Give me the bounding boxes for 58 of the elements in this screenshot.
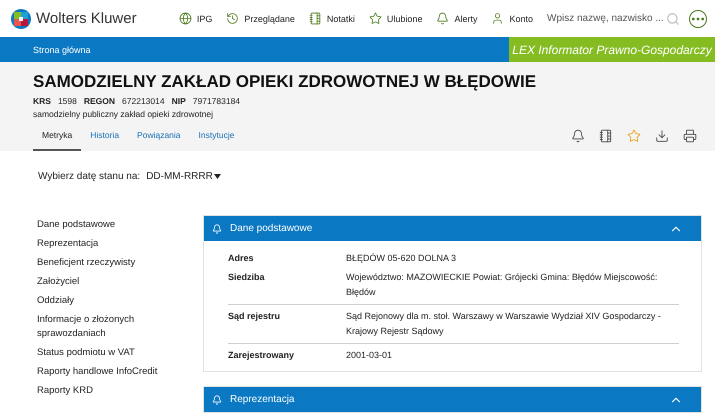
breadcrumb-link[interactable]: Strona główna	[0, 44, 509, 54]
sidebar-item[interactable]: Beneficjent rzeczywisty	[37, 256, 177, 270]
nav-link[interactable]: Notatki	[308, 12, 355, 25]
sidebar-item[interactable]: Status podmiotu w VAT	[37, 346, 177, 360]
logo-icon	[10, 8, 32, 30]
nav-link[interactable]: Przeglądane	[226, 12, 295, 25]
nav-link[interactable]: IPG	[178, 12, 212, 25]
date-label: Wybierz datę stanu na:	[38, 170, 140, 182]
bell-icon	[212, 394, 222, 404]
sidebar-item[interactable]: Oddziały	[37, 294, 177, 308]
field-label: Sąd rejestru	[228, 310, 282, 323]
bell-icon	[436, 12, 450, 25]
sidebar-item[interactable]: Założyciel	[37, 275, 177, 289]
entity-title: SAMODZIELNY ZAKŁAD OPIEKI ZDROWOTNEJ W BŁĘDOWIE	[33, 72, 538, 92]
sidebar-item[interactable]: Reprezentacja	[37, 237, 177, 251]
tab[interactable]: Powiązania	[128, 125, 190, 151]
alert-button[interactable]	[571, 129, 585, 143]
more-icon[interactable]	[689, 10, 707, 28]
sidebar-item[interactable]: Informacje o złożonych sprawozdaniach	[37, 313, 177, 341]
field-label: Zarejestrowany	[228, 349, 296, 362]
field-value: Sąd Rejonowy dla m. stoł. Warszawy w Warszawie Wydział XIV Gospodarczy - Krajowy Rejestr Sądowy	[346, 310, 662, 338]
sidebar-item[interactable]: Raporty handlowe InfoCredit	[37, 365, 177, 379]
tab[interactable]: Instytucje	[190, 125, 244, 151]
caret-icon	[214, 174, 221, 178]
history-icon	[226, 12, 240, 25]
nav-link[interactable]: Ulubione	[368, 12, 422, 25]
id-label: KRS	[33, 96, 51, 106]
tab[interactable]: Metryka	[33, 125, 82, 151]
section-header[interactable]: Reprezentacja	[204, 387, 701, 412]
nav-link[interactable]: Alerty	[436, 12, 478, 25]
search-icon	[666, 12, 680, 26]
product-banner: LEX Informator Prawno-Gospodarczy	[509, 37, 715, 62]
bell-icon	[212, 224, 222, 234]
tab[interactable]: Historia	[81, 125, 128, 151]
id-label: NIP	[172, 96, 186, 106]
sidebar-item[interactable]: Dane podstawowe	[37, 218, 177, 232]
id-label: REGON	[84, 96, 116, 106]
globe-icon	[178, 12, 192, 25]
nav-link[interactable]: Konto	[491, 12, 533, 25]
download-button[interactable]	[655, 129, 669, 143]
section-header[interactable]: Dane podstawowe	[204, 216, 701, 241]
id-value: 672213014	[122, 96, 165, 106]
field-label: Siedziba	[228, 271, 266, 284]
field-value: Województwo: MAZOWIECKIE Powiat: Grójecki Gmina: Błędów Miejscowość: Błędów	[346, 271, 658, 299]
notebook-icon	[308, 12, 322, 25]
id-value: 1598	[58, 96, 77, 106]
date-dropdown[interactable]: DD-MM-RRRR	[146, 170, 221, 182]
field-value: BŁĘDÓW 05-620 DOLNA 3	[346, 252, 458, 265]
id-value: 7971783184	[192, 96, 240, 106]
field-value: 2001-03-01	[346, 349, 394, 362]
sidebar-item[interactable]: Raporty KRD	[37, 384, 177, 398]
notebook-button[interactable]	[599, 129, 613, 143]
star-icon	[368, 12, 382, 25]
field-label: Adres	[228, 252, 255, 265]
logo-text: Wolters Kluwer	[36, 10, 137, 27]
print-button[interactable]	[683, 129, 697, 143]
entity-type: samodzielny publiczny zakład opieki zdrowotnej	[33, 109, 214, 119]
user-icon	[491, 12, 504, 25]
